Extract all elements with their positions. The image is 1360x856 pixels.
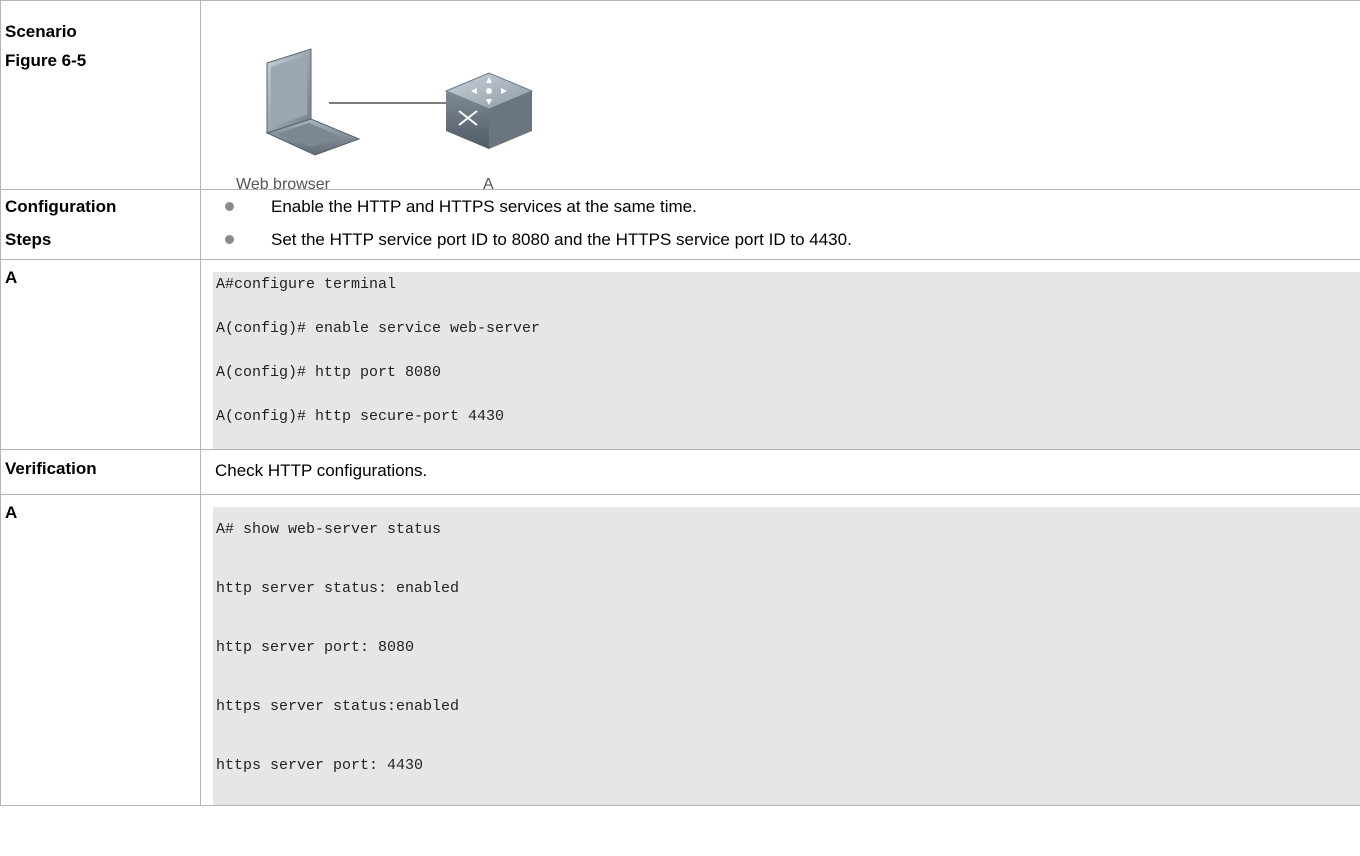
code-line: A(config)# http port 8080 (216, 364, 442, 381)
list-item: Enable the HTTP and HTTPS services at th… (201, 197, 1360, 216)
verify-code-block: A# show web-server status http server st… (213, 507, 1360, 805)
topology-figure: Web browser A (201, 1, 1360, 193)
scenario-label: Scenario (5, 22, 77, 41)
figure-label: Figure 6-5 (5, 51, 87, 70)
topology-figure-cell: Web browser A (200, 0, 1360, 193)
steps-label: Steps (5, 230, 52, 249)
device-label: A (5, 503, 18, 522)
switch-icon (444, 72, 534, 149)
configuration-label: Configuration (5, 197, 117, 216)
verification-content-cell: Check HTTP configurations. (200, 449, 1360, 495)
code-line: A# show web-server status (216, 521, 442, 538)
steps-row: Configuration Steps Enable the HTTP and … (0, 189, 1360, 260)
verify-label-cell: A (0, 494, 201, 806)
code-line: A(config)# enable service web-server (216, 320, 541, 337)
scenario-label-cell: Scenario Figure 6-5 (0, 0, 201, 190)
verification-row: Verification Check HTTP configurations. (0, 449, 1360, 495)
device-label: A (5, 268, 18, 287)
config-row: A A#configure terminal A(config)# enable… (0, 259, 1360, 450)
verification-label: Verification (5, 459, 97, 478)
steps-label-cell: Configuration Steps (0, 189, 201, 260)
bullet-icon (225, 202, 234, 211)
config-code-block: A#configure terminal A(config)# enable s… (213, 272, 1360, 449)
verify-output-row: A A# show web-server status http server … (0, 494, 1360, 806)
code-line: A#configure terminal (216, 276, 397, 293)
bullet-icon (225, 235, 234, 244)
scenario-row: Scenario Figure 6-5 Web browser A (0, 0, 1360, 193)
verify-code-cell: A# show web-server status http server st… (200, 494, 1360, 806)
steps-list: Enable the HTTP and HTTPS services at th… (201, 197, 1360, 249)
config-label-cell: A (0, 259, 201, 450)
pc-caption: Web browser (236, 176, 330, 193)
config-code-cell: A#configure terminal A(config)# enable s… (200, 259, 1360, 450)
step-text: Enable the HTTP and HTTPS services at th… (271, 197, 697, 216)
verification-label-cell: Verification (0, 449, 201, 495)
step-text: Set the HTTP service port ID to 8080 and… (271, 230, 852, 249)
code-line: A(config)# http secure-port 4430 (216, 408, 505, 425)
verification-text: Check HTTP configurations. (215, 461, 428, 480)
list-item: Set the HTTP service port ID to 8080 and… (201, 230, 1360, 249)
topology-diagram (265, 48, 534, 156)
steps-content-cell: Enable the HTTP and HTTPS services at th… (200, 189, 1360, 260)
code-line: https server port: 4430 (216, 757, 424, 774)
code-line: http server status: enabled (216, 580, 460, 597)
scenario-table: Scenario Figure 6-5 Web browser A Config… (0, 0, 1360, 806)
code-line: https server status:enabled (216, 698, 460, 715)
code-line: http server port: 8080 (216, 639, 415, 656)
switch-caption: A (483, 176, 494, 193)
